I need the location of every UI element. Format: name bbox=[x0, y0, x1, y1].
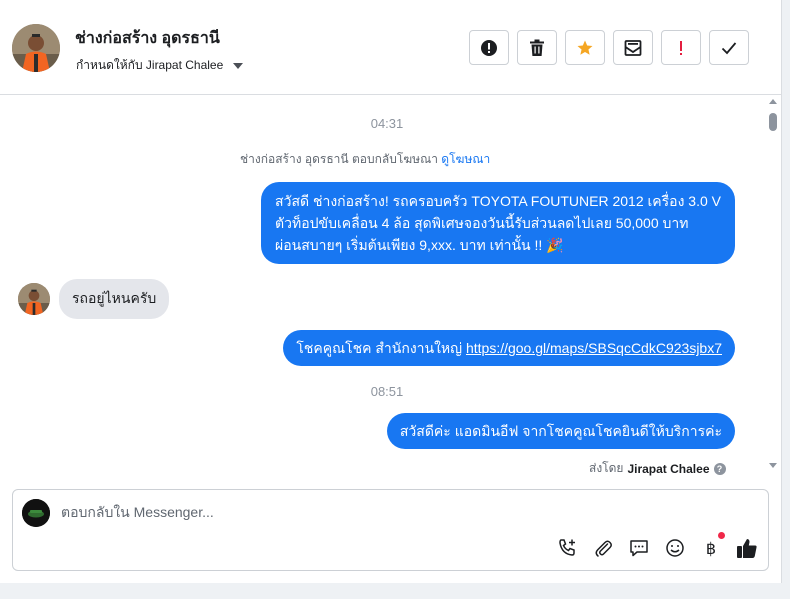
spam-button[interactable] bbox=[469, 30, 509, 65]
done-button[interactable] bbox=[709, 30, 749, 65]
contact-name: ช่างก่อสร้าง อุดรธานี bbox=[75, 30, 220, 47]
message-text: โชคคูณโชค สำนักงานใหญ่ bbox=[296, 340, 463, 356]
page-avatar bbox=[22, 499, 50, 527]
envelope-icon bbox=[624, 39, 642, 56]
composer-tools: ฿ bbox=[555, 532, 759, 560]
phone-add-icon bbox=[559, 539, 575, 556]
conversation-header: ช่างก่อสร้าง อุดรธานี กำหนดให้กับ Jirapa… bbox=[0, 0, 782, 95]
message-line: ตัวท็อปขับเคลื่อน 4 ล้อ สุดพิเศษจองวันนี… bbox=[275, 215, 689, 231]
attach-button[interactable] bbox=[591, 536, 615, 560]
contact-avatar-small bbox=[18, 283, 50, 315]
trash-icon bbox=[530, 39, 544, 56]
emoji-button[interactable] bbox=[663, 536, 687, 560]
alert-circle-icon bbox=[481, 39, 497, 56]
notification-dot bbox=[718, 532, 725, 539]
like-button[interactable] bbox=[735, 536, 759, 560]
message-line: ผ่อนสบายๆ เริ่มต้นเพียง 9,xxx. บาท เท่าน… bbox=[275, 237, 564, 253]
smiley-icon bbox=[666, 539, 684, 557]
ad-reply-text: ช่างก่อสร้าง อุดรธานี ตอบกลับโฆษณา bbox=[240, 152, 438, 166]
help-icon[interactable]: ? bbox=[713, 462, 726, 475]
assign-dropdown[interactable]: กำหนดให้กับ Jirapat Chalee bbox=[76, 56, 244, 75]
payment-button[interactable]: ฿ bbox=[699, 532, 725, 560]
reply-input[interactable] bbox=[61, 504, 701, 520]
mark-unread-button[interactable] bbox=[613, 30, 653, 65]
thread-scrollbar[interactable] bbox=[766, 97, 780, 475]
assign-label: กำหนดให้กับ Jirapat Chalee bbox=[76, 58, 224, 72]
outgoing-message[interactable]: โชคคูณโชค สำนักงานใหญ่ https://goo.gl/ma… bbox=[283, 330, 735, 366]
message-timestamp: 04:31 bbox=[370, 116, 404, 131]
chat-bubble-icon bbox=[630, 540, 648, 557]
baht-icon: ฿ bbox=[705, 538, 717, 558]
scroll-thumb[interactable] bbox=[769, 113, 777, 131]
message-line: สวัสดี ช่างก่อสร้าง! รถครอบครัว TOYOTA F… bbox=[275, 193, 721, 209]
ad-reply-note: ช่างก่อสร้าง อุดรธานี ตอบกลับโฆษณา ดูโฆษ… bbox=[240, 150, 490, 169]
outgoing-message[interactable]: สวัสดี ช่างก่อสร้าง! รถครอบครัว TOYOTA F… bbox=[261, 182, 735, 264]
follow-up-button[interactable] bbox=[661, 30, 701, 65]
conversation-panel: ช่างก่อสร้าง อุดรธานี กำหนดให้กับ Jirapa… bbox=[0, 0, 782, 583]
sender-name: Jirapat Chalee bbox=[627, 461, 710, 476]
scroll-down-arrow-icon[interactable] bbox=[769, 463, 777, 468]
incoming-message[interactable]: รถอยู่ไหนครับ bbox=[59, 279, 170, 319]
check-icon bbox=[721, 41, 737, 54]
outgoing-message[interactable]: สวัสดีค่ะ แอดมินอีฟ จากโชคคูณโชคยินดีให้… bbox=[386, 413, 735, 449]
maps-link[interactable]: https://goo.gl/maps/SBSqcCdkC923sjbx7 bbox=[466, 340, 722, 356]
scroll-up-arrow-icon[interactable] bbox=[769, 99, 777, 104]
sent-by-label: ส่งโดย Jirapat Chalee ? bbox=[589, 459, 726, 478]
exclamation-icon bbox=[680, 40, 682, 55]
star-icon bbox=[577, 40, 593, 55]
delete-button[interactable] bbox=[517, 30, 557, 65]
contact-avatar[interactable] bbox=[12, 24, 60, 72]
reply-composer: ฿ bbox=[12, 489, 769, 571]
message-timestamp: 08:51 bbox=[370, 384, 404, 399]
saved-replies-button[interactable] bbox=[627, 536, 651, 560]
view-ad-link[interactable]: ดูโฆษณา bbox=[441, 152, 490, 166]
caret-down-icon bbox=[233, 62, 244, 69]
call-button[interactable] bbox=[555, 536, 579, 560]
paperclip-icon bbox=[595, 540, 612, 557]
sent-by-prefix: ส่งโดย bbox=[589, 461, 624, 475]
thumbs-up-icon bbox=[737, 539, 757, 558]
star-button[interactable] bbox=[565, 30, 605, 65]
action-toolbar bbox=[469, 30, 749, 65]
